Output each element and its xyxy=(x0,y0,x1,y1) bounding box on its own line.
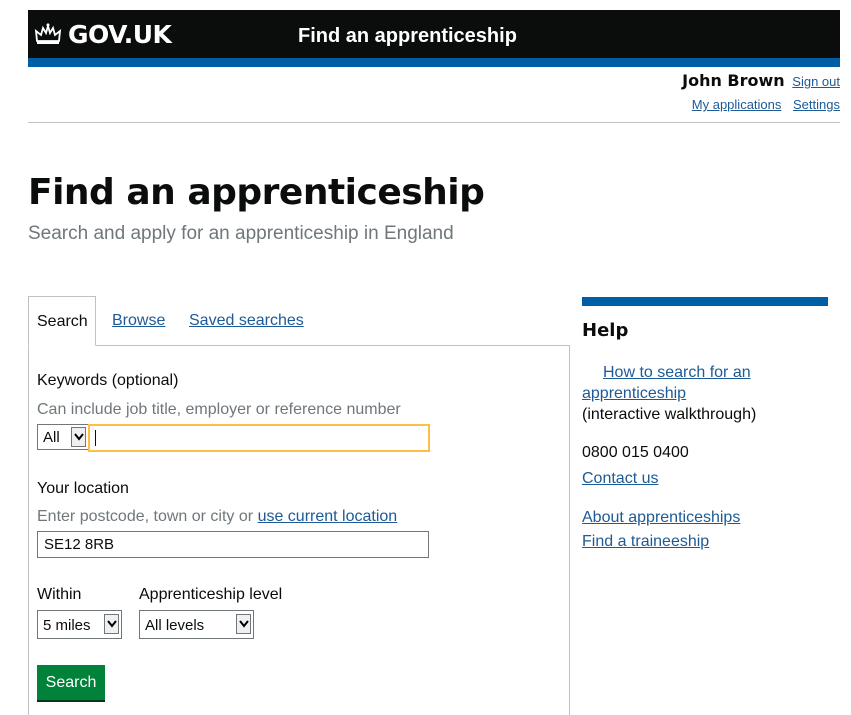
user-name: John Brown xyxy=(682,71,785,90)
page-subtitle: Search and apply for an apprenticeship i… xyxy=(28,223,454,244)
walkthrough-note: (interactive walkthrough) xyxy=(582,406,757,423)
account-nav: John Brown Sign out My applications Sett… xyxy=(682,71,840,112)
location-input[interactable] xyxy=(37,531,429,558)
header-divider xyxy=(28,122,840,123)
walkthrough-link-line-1[interactable]: How to search for an xyxy=(603,364,751,381)
help-heading: Help xyxy=(582,320,629,341)
help-phone: 0800 015 0400 xyxy=(582,444,689,461)
use-current-location-link[interactable]: use current location xyxy=(258,508,398,525)
chevron-down-icon xyxy=(104,614,119,634)
my-applications-link[interactable]: My applications xyxy=(692,97,782,112)
walkthrough-link-line-2[interactable]: apprenticeship xyxy=(582,385,686,402)
tab-saved-searches[interactable]: Saved searches xyxy=(189,312,304,330)
keywords-scope-select[interactable]: All xyxy=(37,424,89,450)
keywords-input[interactable] xyxy=(88,424,430,452)
contact-us-link[interactable]: Contact us xyxy=(582,468,658,489)
location-hint: Enter postcode, town or city or xyxy=(37,508,254,525)
chevron-down-icon xyxy=(236,614,251,634)
tab-search-label: Search xyxy=(37,313,88,330)
about-apprenticeships-link[interactable]: About apprenticeships xyxy=(582,507,740,528)
settings-link[interactable]: Settings xyxy=(793,97,840,112)
header-blue-bar xyxy=(28,58,840,67)
chevron-down-icon xyxy=(71,427,86,447)
govuk-logo-link[interactable]: GOV.UK xyxy=(68,20,172,49)
help-blue-bar xyxy=(582,297,828,306)
page-title: Find an apprenticeship xyxy=(28,172,485,213)
service-name-link[interactable]: Find an apprenticeship xyxy=(298,25,517,48)
tab-search[interactable]: Search xyxy=(28,296,96,346)
crown-icon xyxy=(34,22,62,50)
find-traineeship-link[interactable]: Find a traineeship xyxy=(582,531,709,552)
location-hint-row: Enter postcode, town or city or use curr… xyxy=(37,508,397,526)
tab-browse[interactable]: Browse xyxy=(112,312,165,330)
within-label: Within xyxy=(37,586,82,603)
keywords-label: Keywords (optional) xyxy=(37,372,179,389)
within-select-value: 5 miles xyxy=(43,617,91,634)
level-label: Apprenticeship level xyxy=(139,586,283,603)
within-select[interactable]: 5 miles xyxy=(37,610,122,639)
text-cursor xyxy=(95,430,96,446)
search-button[interactable]: Search xyxy=(37,665,105,700)
location-label: Your location xyxy=(37,480,129,497)
keywords-scope-value: All xyxy=(43,429,60,446)
global-header: GOV.UK Find an apprenticeship xyxy=(28,10,840,58)
level-select[interactable]: All levels xyxy=(139,610,254,639)
walkthrough-block: How to search for an apprenticeship (int… xyxy=(582,362,756,425)
tabs-divider xyxy=(96,345,569,346)
level-select-value: All levels xyxy=(145,617,205,634)
keywords-hint: Can include job title, employer or refer… xyxy=(37,401,401,418)
sign-out-link[interactable]: Sign out xyxy=(792,74,840,89)
